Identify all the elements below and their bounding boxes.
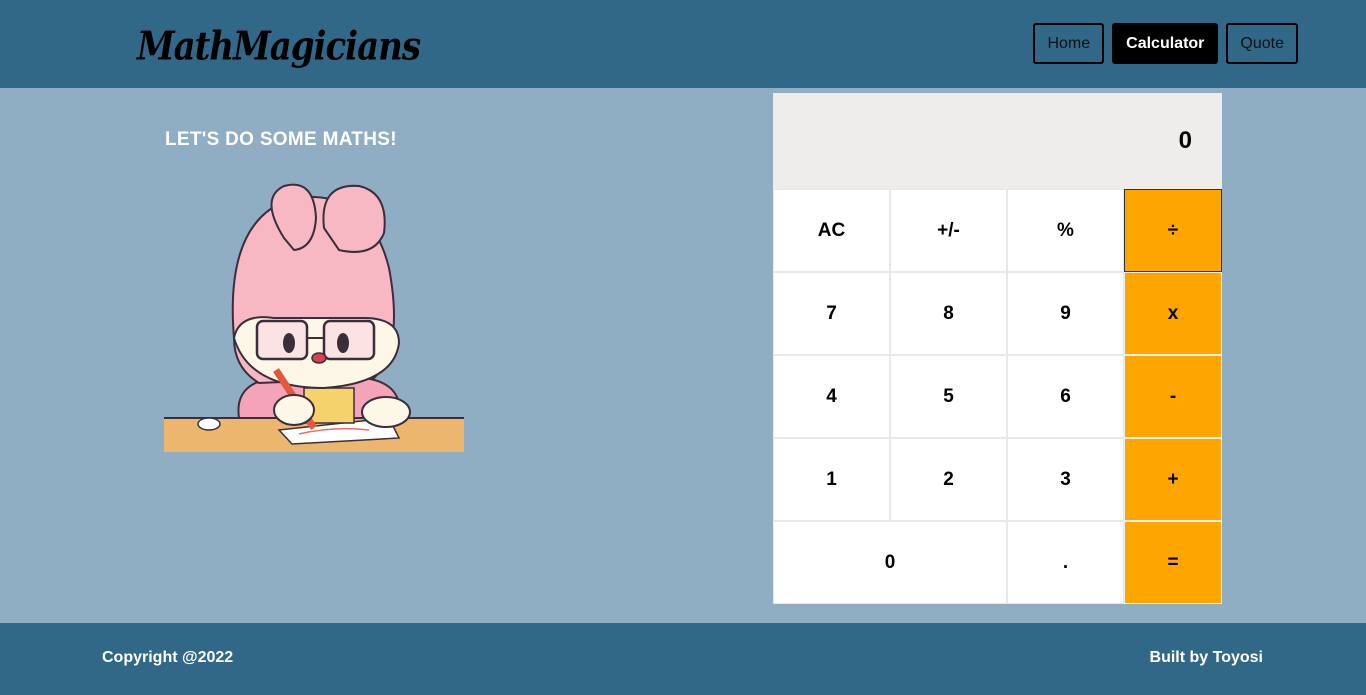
nav-link-calculator[interactable]: Calculator xyxy=(1112,23,1219,64)
key-2[interactable]: 2 xyxy=(890,438,1007,521)
page-heading: LET'S DO SOME MATHS! xyxy=(165,129,397,150)
key-percent[interactable]: % xyxy=(1007,189,1124,272)
key-plus[interactable]: + xyxy=(1124,438,1222,521)
key-ac[interactable]: AC xyxy=(773,189,890,272)
footer-copyright: Copyright @2022 xyxy=(102,649,234,666)
key-equals[interactable]: = xyxy=(1124,521,1222,604)
nav-link-home[interactable]: Home xyxy=(1033,23,1105,64)
key-decimal[interactable]: . xyxy=(1007,521,1124,604)
bunny-doing-math-illustration xyxy=(164,178,464,452)
key-7[interactable]: 7 xyxy=(773,272,890,355)
calculator-keypad: AC +/- % ÷ 7 8 9 x 4 5 6 - 1 2 3 + 0 . = xyxy=(773,189,1222,604)
calculator-display: 0 xyxy=(773,93,1222,189)
key-9[interactable]: 9 xyxy=(1007,272,1124,355)
key-4[interactable]: 4 xyxy=(773,355,890,438)
navbar: MathMagicians Home Calculator Quote xyxy=(0,0,1366,88)
footer: Copyright @2022 Built by Toyosi xyxy=(0,623,1366,695)
key-5[interactable]: 5 xyxy=(890,355,1007,438)
key-8[interactable]: 8 xyxy=(890,272,1007,355)
key-divide[interactable]: ÷ xyxy=(1124,189,1222,272)
main-nav: Home Calculator Quote xyxy=(1033,23,1298,64)
calculator: 0 AC +/- % ÷ 7 8 9 x 4 5 6 - 1 2 3 + 0 .… xyxy=(773,93,1222,604)
key-multiply[interactable]: x xyxy=(1124,272,1222,355)
key-6[interactable]: 6 xyxy=(1007,355,1124,438)
footer-credit: Built by Toyosi xyxy=(1149,649,1263,666)
nav-link-quote[interactable]: Quote xyxy=(1226,23,1298,64)
key-0[interactable]: 0 xyxy=(773,521,1007,604)
key-sign[interactable]: +/- xyxy=(890,189,1007,272)
brand-logo[interactable]: MathMagicians xyxy=(137,24,421,70)
key-minus[interactable]: - xyxy=(1124,355,1222,438)
key-3[interactable]: 3 xyxy=(1007,438,1124,521)
key-1[interactable]: 1 xyxy=(773,438,890,521)
